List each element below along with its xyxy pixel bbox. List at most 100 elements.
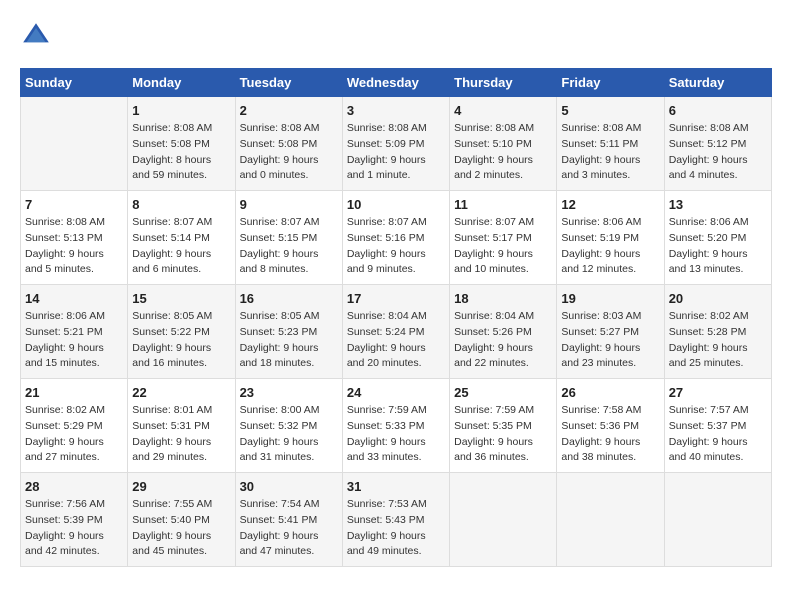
day-number: 12 [561, 197, 659, 212]
day-info: Sunrise: 8:06 AM Sunset: 5:21 PM Dayligh… [25, 309, 123, 372]
week-row-5: 28Sunrise: 7:56 AM Sunset: 5:39 PM Dayli… [21, 473, 772, 567]
day-cell: 2 Sunrise: 8:08 AM Sunset: 5:08 PM Daylig… [235, 97, 342, 191]
day-number: 7 [25, 197, 123, 212]
day-cell: 20 Sunrise: 8:02 AM Sunset: 5:28 PM Dayli… [664, 285, 771, 379]
day-info: Sunrise: 8:02 AM Sunset: 5:28 PM Dayligh… [669, 309, 767, 372]
day-info: Sunrise: 8:08 AM Sunset: 5:08 PM Dayligh… [240, 121, 338, 184]
day-info: Sunrise: 7:55 AM Sunset: 5:40 PM Dayligh… [132, 497, 230, 560]
day-info: Sunrise: 8:02 AM Sunset: 5:29 PM Dayligh… [25, 403, 123, 466]
day-number: 13 [669, 197, 767, 212]
day-number: 15 [132, 291, 230, 306]
day-info: Sunrise: 8:00 AM Sunset: 5:32 PM Dayligh… [240, 403, 338, 466]
day-info: Sunrise: 8:08 AM Sunset: 5:08 PM Dayligh… [132, 121, 230, 184]
day-info: Sunrise: 8:03 AM Sunset: 5:27 PM Dayligh… [561, 309, 659, 372]
header-cell-tuesday: Tuesday [235, 69, 342, 97]
day-info: Sunrise: 8:07 AM Sunset: 5:15 PM Dayligh… [240, 215, 338, 278]
header-cell-monday: Monday [128, 69, 235, 97]
day-cell: 6 Sunrise: 8:08 AM Sunset: 5:12 PM Daylig… [664, 97, 771, 191]
day-cell: 24Sunrise: 7:59 AM Sunset: 5:33 PM Dayli… [342, 379, 449, 473]
day-number: 1 [132, 103, 230, 118]
day-info: Sunrise: 8:08 AM Sunset: 5:09 PM Dayligh… [347, 121, 445, 184]
day-info: Sunrise: 7:53 AM Sunset: 5:43 PM Dayligh… [347, 497, 445, 560]
day-cell: 8 Sunrise: 8:07 AM Sunset: 5:14 PM Daylig… [128, 191, 235, 285]
week-row-2: 7 Sunrise: 8:08 AM Sunset: 5:13 PM Daylig… [21, 191, 772, 285]
header-cell-friday: Friday [557, 69, 664, 97]
day-number: 23 [240, 385, 338, 400]
header-cell-wednesday: Wednesday [342, 69, 449, 97]
day-cell: 5Sunrise: 8:08 AM Sunset: 5:11 PM Daylig… [557, 97, 664, 191]
day-info: Sunrise: 7:59 AM Sunset: 5:35 PM Dayligh… [454, 403, 552, 466]
day-cell: 18 Sunrise: 8:04 AM Sunset: 5:26 PM Dayli… [450, 285, 557, 379]
day-cell: 29 Sunrise: 7:55 AM Sunset: 5:40 PM Dayli… [128, 473, 235, 567]
day-number: 8 [132, 197, 230, 212]
day-info: Sunrise: 8:08 AM Sunset: 5:12 PM Dayligh… [669, 121, 767, 184]
header-row: SundayMondayTuesdayWednesdayThursdayFrid… [21, 69, 772, 97]
day-cell: 9 Sunrise: 8:07 AM Sunset: 5:15 PM Daylig… [235, 191, 342, 285]
day-number: 29 [132, 479, 230, 494]
day-number: 9 [240, 197, 338, 212]
day-number: 10 [347, 197, 445, 212]
day-cell: 15 Sunrise: 8:05 AM Sunset: 5:22 PM Dayli… [128, 285, 235, 379]
day-info: Sunrise: 8:06 AM Sunset: 5:19 PM Dayligh… [561, 215, 659, 278]
day-cell: 19 Sunrise: 8:03 AM Sunset: 5:27 PM Dayli… [557, 285, 664, 379]
day-cell [557, 473, 664, 567]
day-info: Sunrise: 8:05 AM Sunset: 5:23 PM Dayligh… [240, 309, 338, 372]
logo [20, 20, 58, 52]
day-info: Sunrise: 8:08 AM Sunset: 5:11 PM Dayligh… [561, 121, 659, 184]
week-row-1: 1 Sunrise: 8:08 AM Sunset: 5:08 PM Daylig… [21, 97, 772, 191]
day-cell: 16 Sunrise: 8:05 AM Sunset: 5:23 PM Dayli… [235, 285, 342, 379]
day-cell: 17 Sunrise: 8:04 AM Sunset: 5:24 PM Dayli… [342, 285, 449, 379]
day-cell [664, 473, 771, 567]
day-number: 21 [25, 385, 123, 400]
day-number: 11 [454, 197, 552, 212]
day-info: Sunrise: 8:06 AM Sunset: 5:20 PM Dayligh… [669, 215, 767, 278]
day-info: Sunrise: 8:07 AM Sunset: 5:17 PM Dayligh… [454, 215, 552, 278]
week-row-4: 21 Sunrise: 8:02 AM Sunset: 5:29 PM Dayli… [21, 379, 772, 473]
day-number: 18 [454, 291, 552, 306]
day-number: 19 [561, 291, 659, 306]
day-cell [450, 473, 557, 567]
day-cell: 7 Sunrise: 8:08 AM Sunset: 5:13 PM Daylig… [21, 191, 128, 285]
day-cell: 14Sunrise: 8:06 AM Sunset: 5:21 PM Dayli… [21, 285, 128, 379]
header-cell-thursday: Thursday [450, 69, 557, 97]
day-info: Sunrise: 7:56 AM Sunset: 5:39 PM Dayligh… [25, 497, 123, 560]
header-cell-sunday: Sunday [21, 69, 128, 97]
day-cell: 25 Sunrise: 7:59 AM Sunset: 5:35 PM Dayli… [450, 379, 557, 473]
day-info: Sunrise: 7:58 AM Sunset: 5:36 PM Dayligh… [561, 403, 659, 466]
week-row-3: 14Sunrise: 8:06 AM Sunset: 5:21 PM Dayli… [21, 285, 772, 379]
day-info: Sunrise: 8:07 AM Sunset: 5:16 PM Dayligh… [347, 215, 445, 278]
day-cell: 31Sunrise: 7:53 AM Sunset: 5:43 PM Dayli… [342, 473, 449, 567]
day-cell: 26 Sunrise: 7:58 AM Sunset: 5:36 PM Dayli… [557, 379, 664, 473]
day-number: 4 [454, 103, 552, 118]
day-cell: 3Sunrise: 8:08 AM Sunset: 5:09 PM Daylig… [342, 97, 449, 191]
day-info: Sunrise: 8:01 AM Sunset: 5:31 PM Dayligh… [132, 403, 230, 466]
day-info: Sunrise: 7:59 AM Sunset: 5:33 PM Dayligh… [347, 403, 445, 466]
day-cell: 28Sunrise: 7:56 AM Sunset: 5:39 PM Dayli… [21, 473, 128, 567]
day-number: 22 [132, 385, 230, 400]
calendar-table: SundayMondayTuesdayWednesdayThursdayFrid… [20, 68, 772, 567]
day-info: Sunrise: 8:04 AM Sunset: 5:26 PM Dayligh… [454, 309, 552, 372]
day-number: 27 [669, 385, 767, 400]
header-cell-saturday: Saturday [664, 69, 771, 97]
day-number: 26 [561, 385, 659, 400]
day-cell: 1 Sunrise: 8:08 AM Sunset: 5:08 PM Daylig… [128, 97, 235, 191]
day-info: Sunrise: 8:04 AM Sunset: 5:24 PM Dayligh… [347, 309, 445, 372]
day-cell: 10 Sunrise: 8:07 AM Sunset: 5:16 PM Dayli… [342, 191, 449, 285]
day-info: Sunrise: 8:07 AM Sunset: 5:14 PM Dayligh… [132, 215, 230, 278]
day-cell: 21 Sunrise: 8:02 AM Sunset: 5:29 PM Dayli… [21, 379, 128, 473]
day-number: 6 [669, 103, 767, 118]
day-cell: 11 Sunrise: 8:07 AM Sunset: 5:17 PM Dayli… [450, 191, 557, 285]
day-cell: 12 Sunrise: 8:06 AM Sunset: 5:19 PM Dayli… [557, 191, 664, 285]
day-cell: 4Sunrise: 8:08 AM Sunset: 5:10 PM Daylig… [450, 97, 557, 191]
day-number: 20 [669, 291, 767, 306]
day-cell: 23 Sunrise: 8:00 AM Sunset: 5:32 PM Dayli… [235, 379, 342, 473]
day-info: Sunrise: 8:08 AM Sunset: 5:13 PM Dayligh… [25, 215, 123, 278]
day-info: Sunrise: 7:54 AM Sunset: 5:41 PM Dayligh… [240, 497, 338, 560]
day-number: 17 [347, 291, 445, 306]
day-number: 2 [240, 103, 338, 118]
day-number: 25 [454, 385, 552, 400]
day-number: 16 [240, 291, 338, 306]
day-info: Sunrise: 7:57 AM Sunset: 5:37 PM Dayligh… [669, 403, 767, 466]
day-info: Sunrise: 8:05 AM Sunset: 5:22 PM Dayligh… [132, 309, 230, 372]
day-cell: 22 Sunrise: 8:01 AM Sunset: 5:31 PM Dayli… [128, 379, 235, 473]
